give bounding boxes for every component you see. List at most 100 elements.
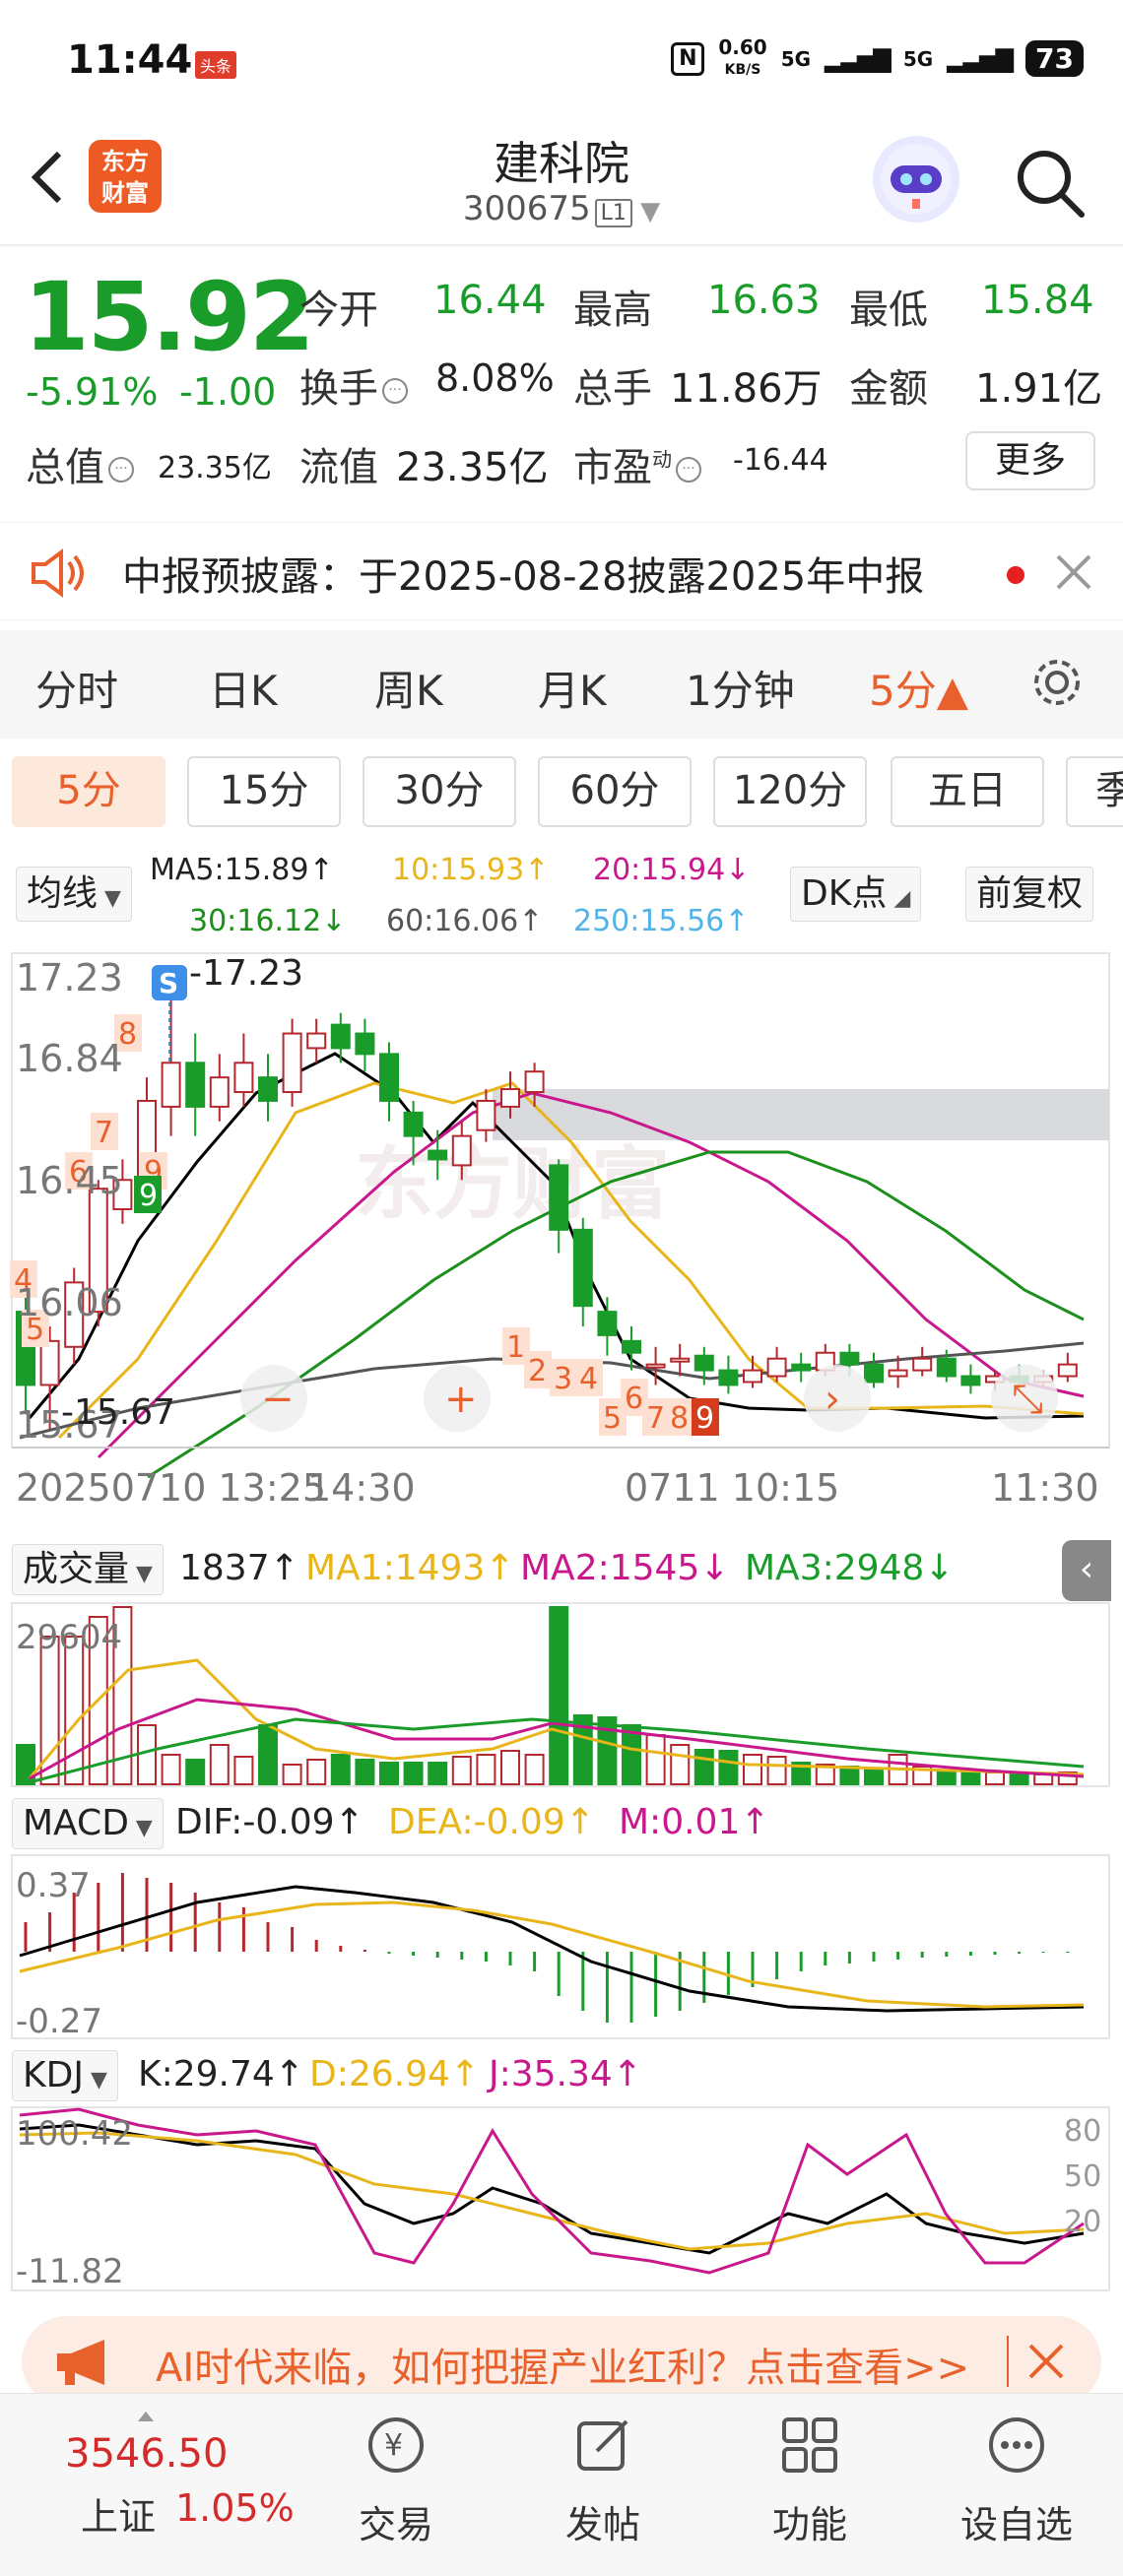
kdj-ref-50: 50 xyxy=(1064,2159,1101,2194)
high-label: 最高 xyxy=(573,288,652,333)
kdj-d-line xyxy=(19,2131,1085,2251)
kdj-d: D:26.94↑ xyxy=(309,2054,481,2094)
candle-body xyxy=(622,1339,641,1354)
collapse-panel-button[interactable]: ‹ xyxy=(1062,1540,1111,1601)
nav-functions[interactable]: 功能 xyxy=(741,2414,879,2548)
kdj-y-bottom: -11.82 xyxy=(16,2252,124,2291)
seq-number-right: 5 xyxy=(603,1401,622,1436)
chip-120min[interactable]: 120分 xyxy=(713,756,867,827)
megaphone-icon xyxy=(57,2340,104,2385)
tab-monthly[interactable]: 月K xyxy=(538,658,607,718)
high-marker: -17.23 xyxy=(189,953,303,994)
minute-chips: 5分 15分 30分 60分 120分 五日 季 xyxy=(0,748,1123,843)
chart-control-icon: › xyxy=(825,1377,840,1422)
volume-bar xyxy=(64,1636,85,1785)
macd-y-bottom: -0.27 xyxy=(16,2002,102,2040)
candle-body xyxy=(839,1351,860,1366)
volume-value: 11.86万 xyxy=(670,366,823,412)
volume-chart[interactable]: 29604 xyxy=(0,1601,1123,1790)
info-icon[interactable]: ··· xyxy=(676,457,701,483)
candle-body xyxy=(330,1023,351,1050)
volume-bar xyxy=(985,1771,1005,1785)
candle-body xyxy=(258,1076,278,1102)
x-label-2: 14:30 xyxy=(307,1466,416,1510)
tab-1min[interactable]: 1分钟 xyxy=(686,658,795,718)
volume-bar xyxy=(282,1764,302,1785)
y-label-1: 17.23 xyxy=(16,956,123,999)
volume-bar xyxy=(258,1724,278,1785)
chip-quarter[interactable]: 季 xyxy=(1066,756,1123,827)
more-dots-icon xyxy=(989,2417,1044,2473)
index-name[interactable]: 上证 xyxy=(81,2486,156,2541)
signal-bars-icon-2: ▂▃▅▇ xyxy=(947,44,1014,73)
chip-15min[interactable]: 15分 xyxy=(187,756,341,827)
caret-up-icon xyxy=(138,2412,154,2421)
volume-bar xyxy=(670,1744,691,1785)
seq-number-right: 9 xyxy=(695,1401,714,1436)
status-right: N 0.60 KB/S 5G ▂▃▅▇ 5G ▂▃▅▇ 73 xyxy=(671,37,1084,80)
amount-label: 金额 xyxy=(849,366,928,412)
signal-5g-1: 5G xyxy=(780,46,812,71)
chip-5min[interactable]: 5分 xyxy=(12,756,165,827)
chip-60min[interactable]: 60分 xyxy=(538,756,692,827)
indicator-type-select[interactable]: 均线 ▼ xyxy=(16,867,132,922)
change-amount: -1.00 xyxy=(179,370,277,414)
dk-point-select[interactable]: DK点 ◢ xyxy=(790,867,922,922)
turnover-value: 8.08% xyxy=(435,356,555,400)
trade-icon: ¥ xyxy=(368,2417,424,2473)
nav-trade[interactable]: ¥ 交易 xyxy=(327,2414,465,2548)
candle-body xyxy=(549,1164,569,1231)
kdj-chart[interactable]: 100.42 -11.82 80 50 20 xyxy=(0,2105,1123,2292)
macd-chart[interactable]: 0.37 -0.27 xyxy=(0,1853,1123,2040)
macd-type-select[interactable]: MACD ▼ xyxy=(12,1798,164,1849)
price-zone-band xyxy=(493,1089,1109,1140)
kline-chart[interactable]: 东方财富 456789912 3 4567 8 9 − + › ⤡ 17.23 16.84 1… xyxy=(0,945,1123,1536)
volume-bar xyxy=(330,1754,351,1785)
nav-post[interactable]: 发帖 xyxy=(534,2414,672,2548)
volume-y-label: 29604 xyxy=(16,1618,122,1657)
candle-body xyxy=(161,1062,181,1108)
more-button[interactable]: 更多 xyxy=(965,431,1095,490)
ma20-value: 20:15.94↓ xyxy=(593,853,751,887)
nav-add-watchlist[interactable]: 设自选 xyxy=(948,2414,1086,2548)
tab-weekly[interactable]: 周K xyxy=(374,658,443,718)
candle-body xyxy=(670,1357,691,1363)
kdj-type-select[interactable]: KDJ ▼ xyxy=(12,2050,118,2101)
close-icon[interactable] xyxy=(1026,2342,1066,2381)
chart-control-icon: + xyxy=(444,1377,478,1422)
tab-daily[interactable]: 日K xyxy=(209,658,278,718)
x-label-4: 11:30 xyxy=(991,1466,1099,1510)
seq-number-right: 4 xyxy=(579,1362,598,1396)
chip-5day[interactable]: 五日 xyxy=(891,756,1044,827)
volume-bar xyxy=(403,1762,424,1785)
ai-assistant-robot-icon[interactable] xyxy=(873,136,959,223)
earnings-notice-bar[interactable]: 中报预披露：于2025-08-28披露2025年中报 xyxy=(0,522,1123,620)
volume-bar xyxy=(306,1759,327,1785)
settings-gear-icon[interactable] xyxy=(1028,654,1086,711)
kdj-ref-80: 80 xyxy=(1064,2114,1101,2149)
info-icon[interactable]: ··· xyxy=(382,378,408,404)
chevron-down-icon: ▼ xyxy=(631,197,661,226)
kdj-k: K:29.74↑ xyxy=(138,2054,304,2094)
y-label-4: 16.06 xyxy=(16,1281,123,1324)
search-icon[interactable] xyxy=(1011,144,1090,223)
volume-bar xyxy=(694,1749,714,1785)
close-icon[interactable] xyxy=(1054,552,1093,592)
index-value[interactable]: 3546.50 xyxy=(65,2431,228,2477)
index-change[interactable]: 1.05% xyxy=(175,2486,295,2530)
high-value: 16.63 xyxy=(707,278,821,323)
promo-text: AI时代来临，如何把握产业红利？点击查看>> xyxy=(156,2346,970,2391)
candle-body xyxy=(791,1363,812,1372)
candle-body xyxy=(766,1357,787,1378)
macd-dif-line xyxy=(19,1885,1085,2013)
price-adjust-select[interactable]: 前复权 xyxy=(965,867,1094,922)
volume-type-select[interactable]: 成交量 ▼ xyxy=(12,1544,164,1595)
tab-5min[interactable]: 5分▲ xyxy=(869,658,968,718)
chip-30min[interactable]: 30分 xyxy=(363,756,516,827)
info-icon[interactable]: ··· xyxy=(108,457,134,483)
volume-bar xyxy=(209,1744,230,1785)
tab-fenshi[interactable]: 分时 xyxy=(35,658,118,718)
signal-bars-icon: ▂▃▅▇ xyxy=(825,44,892,73)
pe-value: -16.44 xyxy=(733,443,828,478)
volume-bar xyxy=(355,1759,375,1785)
